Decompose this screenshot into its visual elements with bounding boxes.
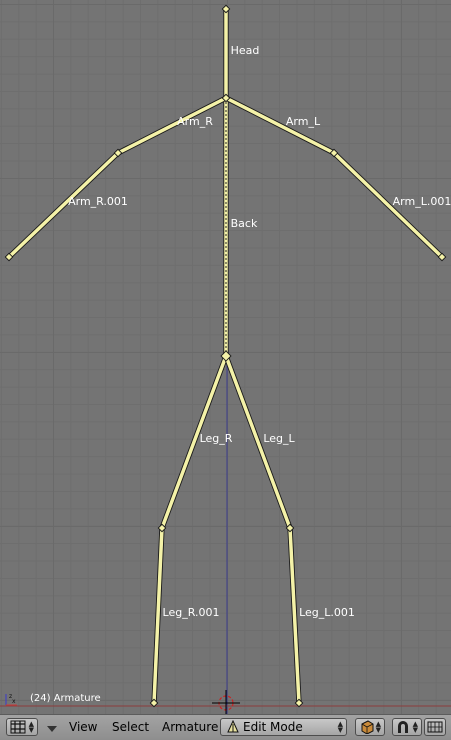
layers-button[interactable] — [424, 718, 446, 736]
mode-select[interactable]: Edit Mode ▲ ▼ — [220, 718, 347, 736]
bone-label: Arm_L.001 — [393, 195, 451, 208]
shading-select[interactable]: ▲ ▼ — [355, 718, 385, 736]
armature-rig[interactable]: Head Back Arm_R Arm_L Arm_R.001 Arm_L.001 Leg_… — [0, 0, 451, 714]
solid-shading-icon — [361, 720, 374, 734]
viewport-header: ▲ ▼ View Select Armature Edit Mode ▲ ▼ ▲ ▼ … — [0, 714, 451, 740]
bone-label: Leg_L — [263, 432, 295, 445]
bone-head[interactable] — [223, 8, 229, 99]
svg-text:x: x — [12, 698, 16, 705]
editor-type-button[interactable]: ▲ ▼ — [6, 718, 38, 736]
collapse-triangle-icon[interactable] — [46, 724, 58, 734]
3d-cursor-icon — [212, 690, 240, 714]
object-status-text: (24) Armature — [30, 693, 101, 704]
menu-armature[interactable]: Armature — [162, 720, 218, 734]
bone-label: Leg_L.001 — [299, 606, 355, 619]
bone-label: Head — [231, 44, 260, 57]
bone-label: Arm_L — [286, 115, 321, 128]
axis-gizmo-icon: z x — [5, 693, 17, 706]
menu-view[interactable]: View — [69, 720, 97, 734]
bone-label: Back — [231, 217, 258, 230]
dropdown-arrows-icon: ▲ ▼ — [375, 720, 381, 734]
dropdown-arrows-icon: ▲ ▼ — [28, 720, 34, 734]
mode-select-label: Edit Mode — [243, 720, 303, 734]
menu-select[interactable]: Select — [112, 720, 149, 734]
armature-icon — [227, 720, 239, 733]
bone-label-group: Head Back Arm_R Arm_L Arm_R.001 Arm_L.001 Leg_… — [68, 44, 451, 619]
snap-toggle[interactable]: ▲ ▼ — [392, 718, 422, 736]
bone-label: Leg_R — [200, 432, 233, 445]
bone-label: Arm_R — [177, 115, 213, 128]
grid-icon — [10, 720, 26, 734]
bone-label: Arm_R.001 — [68, 195, 128, 208]
dropdown-arrows-icon: ▲ ▼ — [337, 720, 343, 734]
3d-viewport[interactable]: Head Back Arm_R Arm_L Arm_R.001 Arm_L.001 Leg_… — [0, 0, 451, 714]
layers-icon — [427, 721, 443, 733]
dropdown-arrows-icon: ▲ ▼ — [412, 720, 418, 734]
magnet-icon — [398, 721, 408, 733]
bone-label: Leg_R.001 — [163, 606, 220, 619]
